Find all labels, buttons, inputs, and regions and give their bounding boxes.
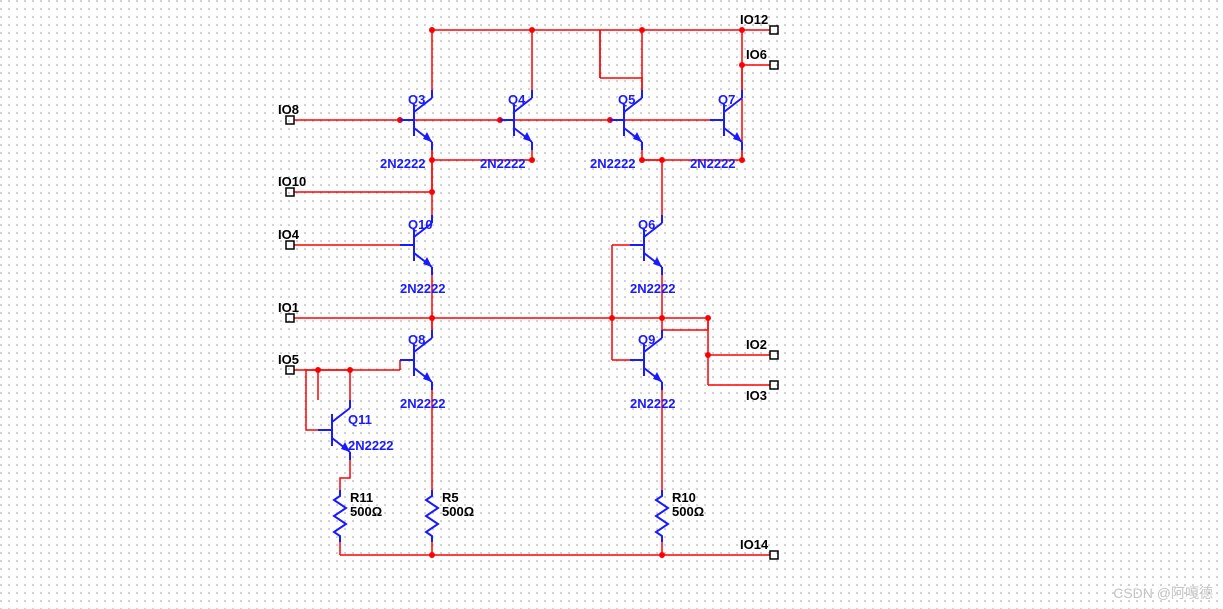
port-io14-label: IO14 [740,537,769,552]
r10-val: 500Ω [672,504,704,519]
q11-ref: Q11 [348,412,372,427]
port-io12-label: IO12 [740,12,768,27]
q8-model: 2N2222 [400,396,446,411]
port-io3-label: IO3 [746,388,767,403]
q8-ref: Q8 [408,332,425,347]
q11-model: 2N2222 [348,438,394,453]
q9-model: 2N2222 [630,396,676,411]
schematic-canvas: Q3 2N2222 Q4 2N2222 Q5 2N2222 Q7 2N2222 … [0,0,1223,609]
q5-model: 2N2222 [590,156,636,171]
q10-ref: Q10 [408,217,433,232]
q7-ref: Q7 [718,92,735,107]
q4-ref: Q4 [508,92,526,107]
port-io8-label: IO8 [278,102,299,117]
port-io4-label: IO4 [278,227,300,242]
r10-ref: R10 [672,490,696,505]
port-io10-label: IO10 [278,174,306,189]
r11-val: 500Ω [350,504,382,519]
r11-ref: R11 [350,490,373,505]
q7-model: 2N2222 [690,156,736,171]
port-io2-label: IO2 [746,337,767,352]
q4-model: 2N2222 [480,156,526,171]
q6-ref: Q6 [638,217,655,232]
q5-ref: Q5 [618,92,635,107]
q10-model: 2N2222 [400,281,446,296]
q3-model: 2N2222 [380,156,426,171]
q6-model: 2N2222 [630,281,676,296]
q3-ref: Q3 [408,92,425,107]
port-io5-label: IO5 [278,352,299,367]
port-io6-label: IO6 [746,47,767,62]
watermark: CSDN @阿嘎德 [1113,583,1213,603]
r5-ref: R5 [442,490,459,505]
port-io1-label: IO1 [278,300,299,315]
q9-ref: Q9 [638,332,655,347]
r5-val: 500Ω [442,504,474,519]
